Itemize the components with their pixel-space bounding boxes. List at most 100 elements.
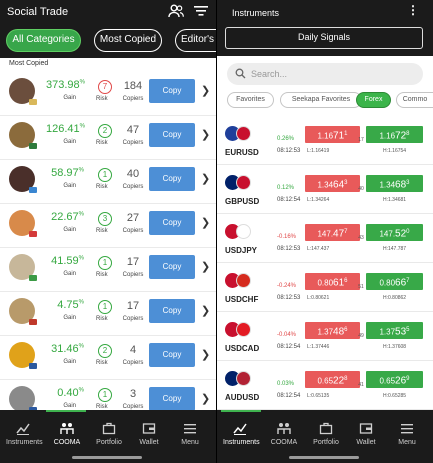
trader-row[interactable]: 22.67% Gain 3 Risk 27 Copiers Copy ❯ [0, 204, 216, 248]
users-icon[interactable] [168, 4, 184, 18]
copy-button[interactable]: Copy [149, 123, 195, 147]
chip-commodities[interactable]: Commo [396, 92, 433, 108]
bottom-nav: Instruments COOMA Portfolio Wallet Menu [217, 410, 433, 463]
daily-change: 0.03% [277, 381, 295, 387]
high-price: H:1.16754 [383, 148, 407, 154]
trader-row[interactable]: 373.98% Gain 7 Risk 184 Copiers Copy ❯ [0, 72, 216, 116]
gain-label: Gain [63, 315, 76, 321]
sell-button[interactable]: 1.16711 [305, 126, 360, 143]
chip-seekapa-favorites[interactable]: Seekapa Favorites [280, 92, 362, 108]
nav-wallet[interactable]: Wallet [351, 422, 381, 446]
buy-button[interactable]: 1.34683 [366, 175, 423, 192]
copiers-label: Copiers [122, 360, 144, 366]
country-flag-icon [29, 319, 37, 325]
country-flag-icon [29, 99, 37, 105]
trader-row[interactable]: 4.75% Gain 1 Risk 17 Copiers Copy ❯ [0, 292, 216, 336]
copy-button[interactable]: Copy [149, 343, 195, 367]
country-flag-icon [29, 275, 37, 281]
sell-button[interactable]: 1.37486 [305, 322, 360, 339]
instrument-row[interactable]: AUDUSD 0.03% 08:12:54 0.65228 0.65269 41… [217, 362, 433, 410]
buy-button[interactable]: 1.37535 [366, 322, 423, 339]
gain-label: Gain [63, 183, 76, 189]
trader-row[interactable]: 41.59% Gain 1 Risk 17 Copiers Copy ❯ [0, 248, 216, 292]
country-flag-icon [29, 143, 37, 149]
sell-button[interactable]: 147.477 [305, 224, 360, 241]
spread-value: 43 [358, 235, 364, 241]
chip-favorites[interactable]: Favorites [227, 92, 274, 108]
filter-icon[interactable] [193, 4, 209, 18]
nav-wallet[interactable]: Wallet [134, 422, 164, 446]
daily-change: -0.16% [277, 234, 297, 240]
chevron-right-icon[interactable]: ❯ [201, 260, 210, 273]
nav-menu[interactable]: Menu [176, 422, 204, 446]
people-icon [277, 423, 291, 434]
buy-button[interactable]: 1.16728 [366, 126, 423, 143]
nav-cooma[interactable]: COOMA [267, 422, 301, 446]
copy-button[interactable]: Copy [149, 211, 195, 235]
chevron-right-icon[interactable]: ❯ [201, 216, 210, 229]
copiers-label: Copiers [122, 316, 144, 322]
gain-value: 126.41% [46, 123, 85, 135]
instrument-symbol: AUDUSD [225, 393, 260, 402]
briefcase-icon [319, 422, 333, 435]
nav-cooma[interactable]: COOMA [50, 422, 84, 446]
daily-signals-button[interactable]: Daily Signals [225, 27, 423, 49]
low-price: L:1.37446 [307, 344, 330, 350]
high-price: H:1.34681 [383, 197, 407, 203]
chevron-right-icon[interactable]: ❯ [201, 172, 210, 185]
chevron-right-icon[interactable]: ❯ [201, 84, 210, 97]
chevron-right-icon[interactable]: ❯ [201, 304, 210, 317]
nav-instruments[interactable]: Instruments [223, 422, 260, 446]
chevron-right-icon[interactable]: ❯ [201, 128, 210, 141]
copy-button[interactable]: Copy [149, 387, 195, 411]
chip-forex[interactable]: Forex [356, 92, 391, 108]
gain-value: 0.40% [57, 387, 84, 399]
instrument-row[interactable]: GBPUSD 0.12% 08:12:54 1.34643 1.34683 40… [217, 166, 433, 214]
nav-portfolio[interactable]: Portfolio [92, 422, 126, 446]
instrument-row[interactable]: USDJPY -0.16% 08:12:53 147.477 147.520 4… [217, 215, 433, 263]
quote-time: 08:12:53 [277, 148, 301, 154]
trader-row[interactable]: 31.46% Gain 2 Risk 4 Copiers Copy ❯ [0, 336, 216, 380]
nav-indicator [221, 410, 261, 412]
chip-editors[interactable]: Editor's [175, 29, 219, 52]
copiers-count: 47 [126, 124, 140, 136]
gain-label: Gain [63, 95, 76, 101]
copy-button[interactable]: Copy [149, 299, 195, 323]
risk-label: Risk [96, 360, 108, 366]
quote-flag-icon [236, 273, 251, 288]
instrument-row[interactable]: EURUSD 0.26% 08:12:53 1.16711 1.16728 17… [217, 117, 433, 165]
risk-score: 2 [98, 344, 112, 358]
buy-button[interactable]: 0.80667 [366, 273, 423, 290]
more-options-icon[interactable]: ⋮ [407, 3, 419, 17]
buy-button[interactable]: 147.520 [366, 224, 423, 241]
instrument-symbol: USDJPY [225, 246, 258, 255]
sell-button[interactable]: 1.34643 [305, 175, 360, 192]
quote-time: 08:12:53 [277, 295, 301, 301]
sell-button[interactable]: 0.65228 [305, 371, 360, 388]
high-price: H:1.37608 [383, 344, 407, 350]
daily-change: 0.12% [277, 185, 295, 191]
nav-instruments[interactable]: Instruments [6, 422, 43, 446]
menu-icon [401, 424, 413, 434]
instrument-row[interactable]: USDCAD -0.04% 08:12:54 1.37486 1.37535 4… [217, 313, 433, 361]
copy-button[interactable]: Copy [149, 167, 195, 191]
nav-menu[interactable]: Menu [393, 422, 421, 446]
chip-all-categories[interactable]: All Categories [6, 29, 81, 52]
search-input[interactable]: Search... [227, 63, 423, 85]
gain-value: 22.67% [51, 211, 84, 223]
spread-value: 40 [358, 186, 364, 192]
sell-button[interactable]: 0.80616 [305, 273, 360, 290]
trader-row[interactable]: 58.97% Gain 1 Risk 40 Copiers Copy ❯ [0, 160, 216, 204]
nav-portfolio[interactable]: Portfolio [309, 422, 343, 446]
copiers-count: 3 [129, 388, 137, 400]
copy-button[interactable]: Copy [149, 79, 195, 103]
chevron-right-icon[interactable]: ❯ [201, 392, 210, 405]
buy-button[interactable]: 0.65269 [366, 371, 423, 388]
home-indicator [72, 456, 142, 459]
trader-row[interactable]: 126.41% Gain 2 Risk 47 Copiers Copy ❯ [0, 116, 216, 160]
instrument-row[interactable]: USDCHF -0.24% 08:12:53 0.80616 0.80667 5… [217, 264, 433, 312]
chevron-right-icon[interactable]: ❯ [201, 348, 210, 361]
country-flag-icon [29, 187, 37, 193]
copy-button[interactable]: Copy [149, 255, 195, 279]
chip-most-copied[interactable]: Most Copied [94, 29, 162, 52]
